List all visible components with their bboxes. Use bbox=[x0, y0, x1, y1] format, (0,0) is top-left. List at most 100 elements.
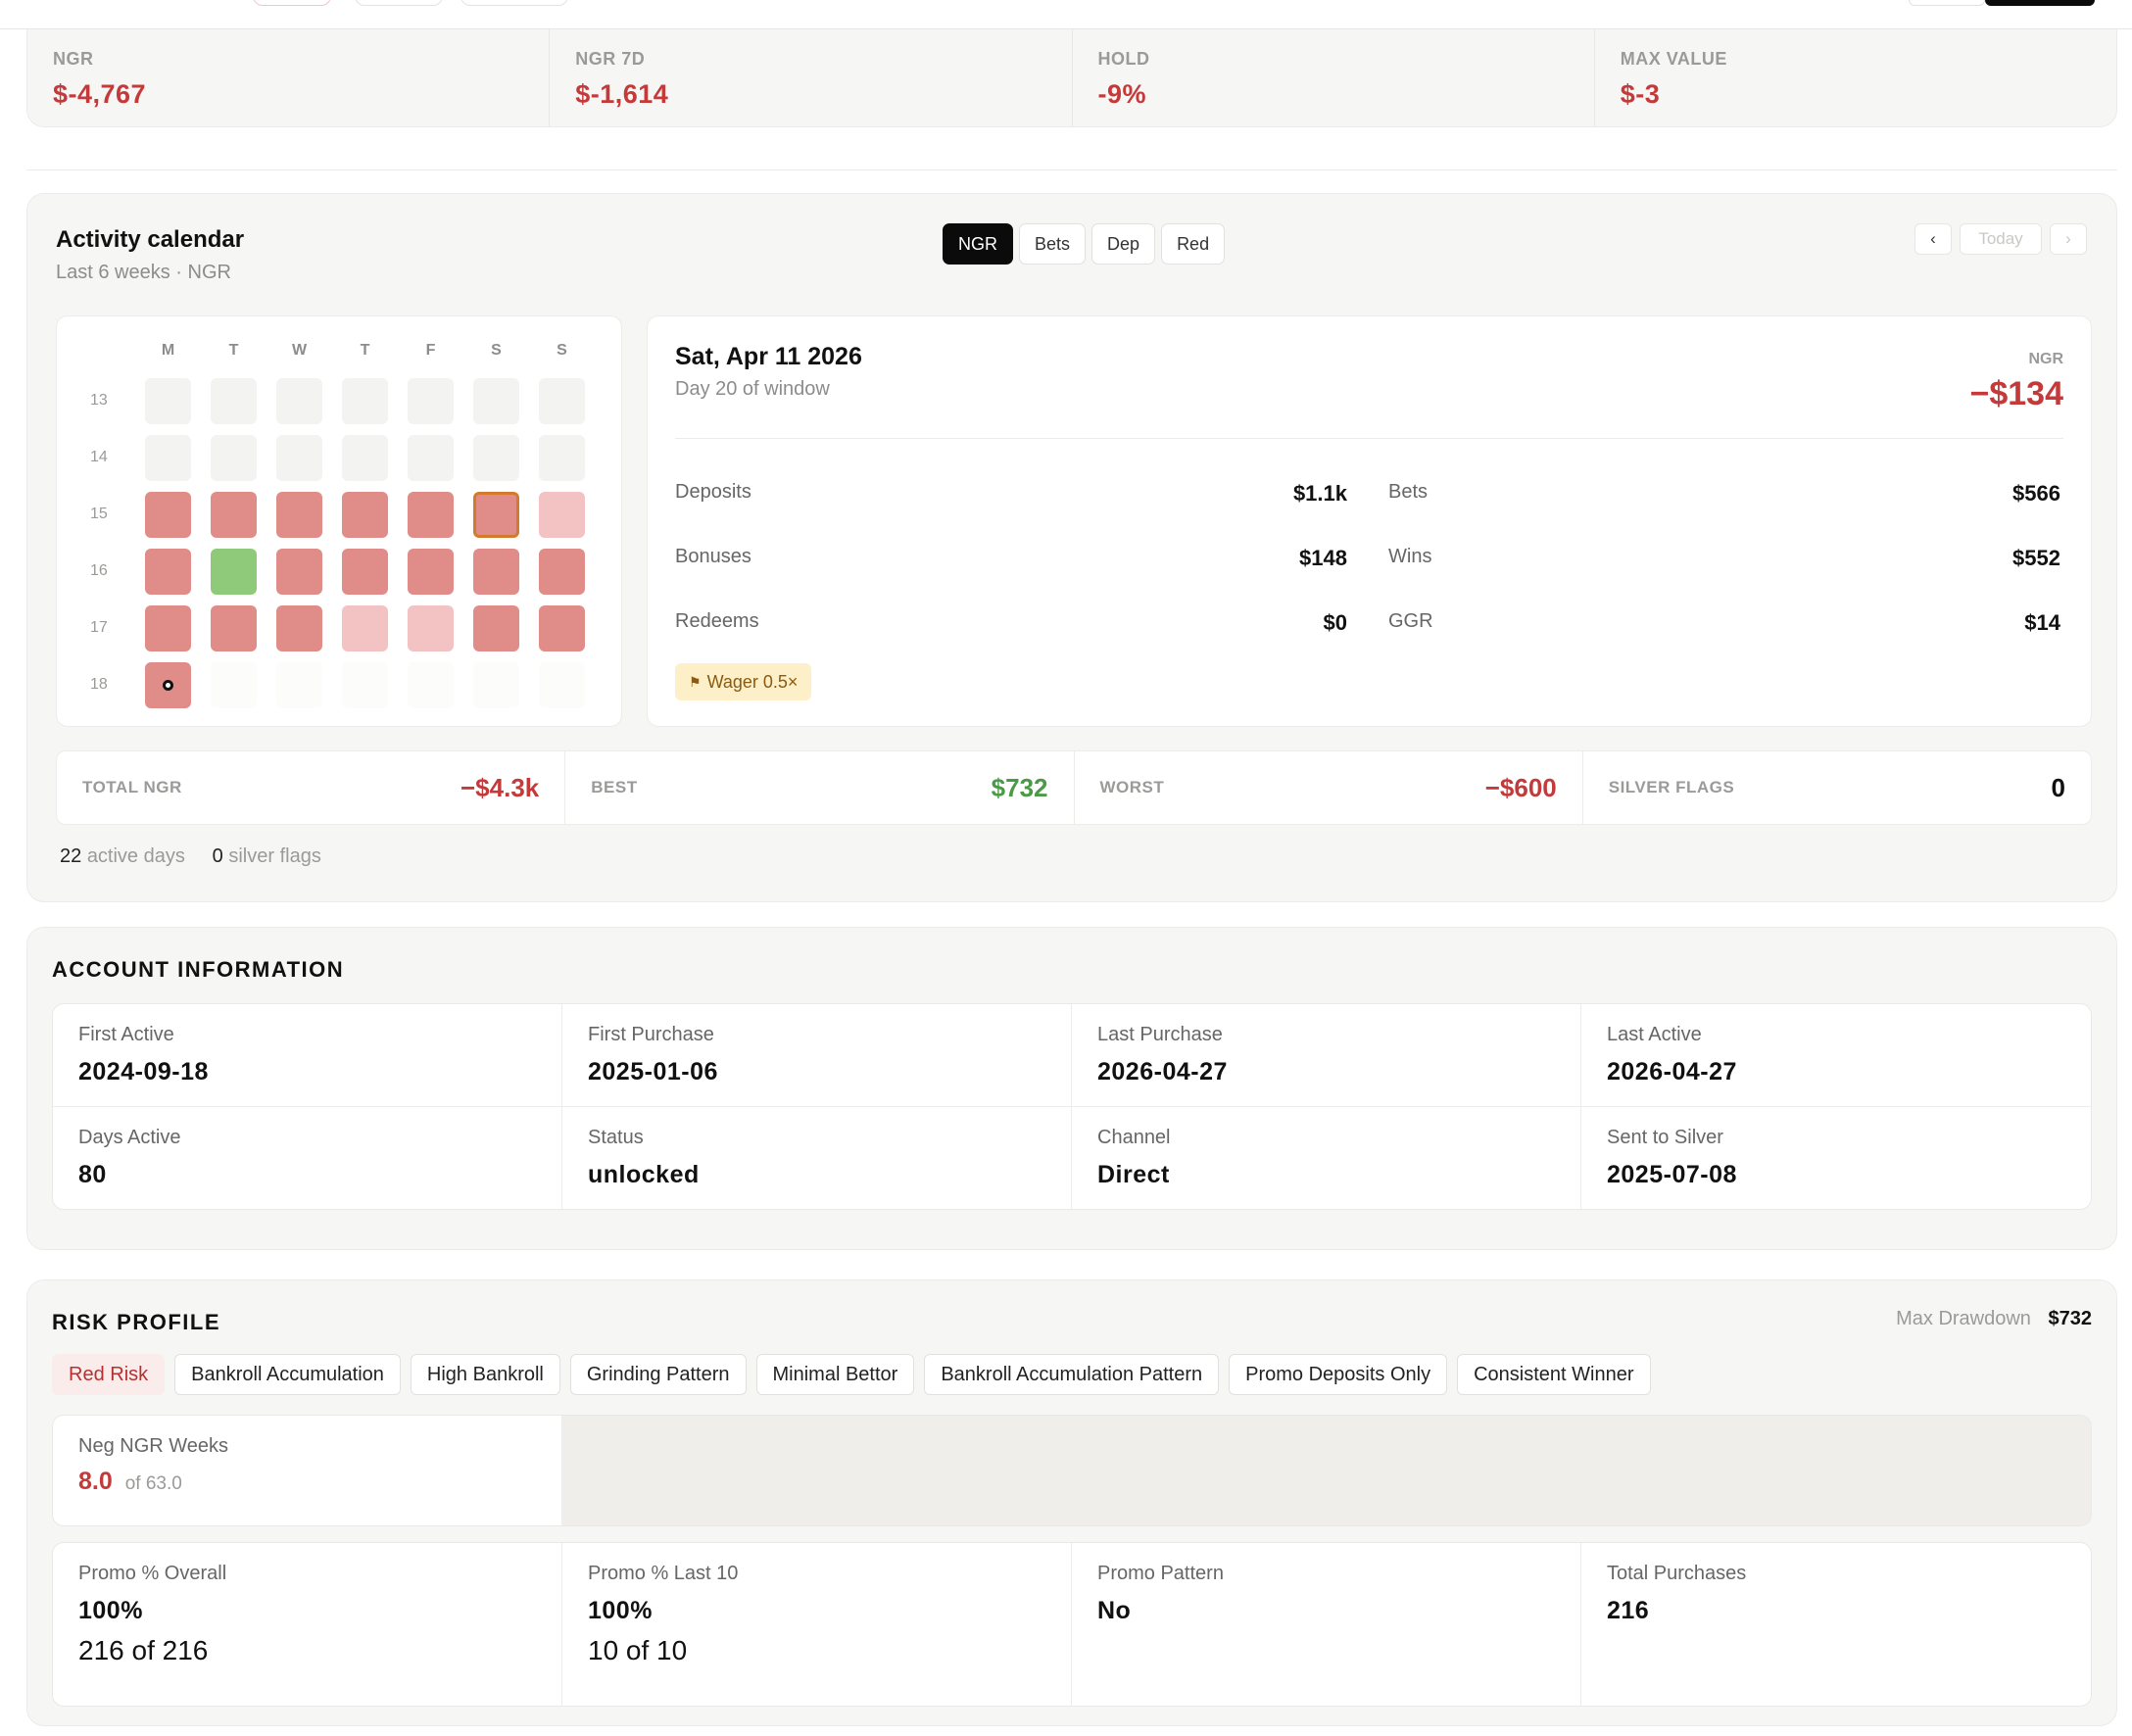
section-title: ACCOUNT INFORMATION bbox=[52, 957, 345, 982]
calendar-day[interactable] bbox=[276, 605, 322, 651]
segment-ngr[interactable]: NGR bbox=[943, 223, 1013, 265]
promo-value: No bbox=[1097, 1597, 1132, 1624]
metric-label: Bets bbox=[1388, 481, 1429, 503]
info-days-active: Days Active 80 bbox=[53, 1106, 562, 1209]
calendar-day[interactable] bbox=[211, 435, 257, 481]
calendar-day[interactable] bbox=[211, 492, 257, 538]
week-number: 17 bbox=[90, 619, 108, 636]
calendar-day[interactable] bbox=[276, 549, 322, 595]
section-divider bbox=[26, 169, 2117, 170]
calendar-day[interactable] bbox=[473, 435, 519, 481]
week-number: 18 bbox=[90, 676, 108, 693]
week-number: 16 bbox=[90, 562, 108, 579]
info-value: unlocked bbox=[588, 1161, 700, 1188]
filter-pill-active[interactable] bbox=[253, 0, 331, 6]
segment-dep[interactable]: Dep bbox=[1091, 223, 1156, 265]
calendar-day[interactable] bbox=[145, 662, 191, 708]
summary-label: TOTAL NGR bbox=[82, 778, 182, 796]
kpi-value: $-3 bbox=[1620, 79, 1661, 109]
promo-grid: Promo % Overall 100% 216 of 216 Promo % … bbox=[52, 1542, 2092, 1707]
kpi-hold: HOLD -9% bbox=[1073, 29, 1595, 126]
risk-chip[interactable]: Promo Deposits Only bbox=[1229, 1354, 1448, 1395]
risk-chip[interactable]: Bankroll Accumulation bbox=[174, 1354, 401, 1395]
kpi-strip: NGR $-4,767 NGR 7D $-1,614 HOLD -9% MAX … bbox=[26, 29, 2117, 127]
calendar-day[interactable] bbox=[211, 605, 257, 651]
top-toolbar bbox=[0, 0, 2132, 29]
today-button[interactable]: Today bbox=[1960, 223, 2042, 255]
calendar-day[interactable] bbox=[342, 492, 388, 538]
filter-pill[interactable] bbox=[355, 0, 443, 6]
info-label: First Active bbox=[78, 1024, 174, 1045]
promo-pattern: Promo Pattern No bbox=[1072, 1543, 1581, 1706]
calendar-day[interactable] bbox=[539, 435, 585, 481]
calendar-day[interactable] bbox=[145, 492, 191, 538]
calendar-day[interactable] bbox=[211, 378, 257, 424]
weekday-label: W bbox=[291, 342, 308, 359]
info-label: Channel bbox=[1097, 1127, 1171, 1148]
calendar-day[interactable] bbox=[473, 492, 519, 538]
calendar-day[interactable] bbox=[276, 378, 322, 424]
calendar-day[interactable] bbox=[539, 605, 585, 651]
calendar-day[interactable] bbox=[539, 492, 585, 538]
summary-value: −$600 bbox=[1484, 772, 1557, 802]
calendar-day[interactable] bbox=[473, 605, 519, 651]
summary-value: $732 bbox=[991, 772, 1048, 802]
calendar-day[interactable] bbox=[145, 378, 191, 424]
metric-value: $552 bbox=[2012, 546, 2060, 570]
metric-segmented-control: NGR Bets Dep Red bbox=[943, 223, 1226, 265]
chevron-right-icon[interactable]: › bbox=[2050, 223, 2087, 255]
toolbar-primary-button[interactable] bbox=[1985, 0, 2095, 6]
toolbar-button[interactable] bbox=[1909, 0, 1985, 6]
risk-chip[interactable]: Minimal Bettor bbox=[755, 1354, 915, 1395]
calendar-day[interactable] bbox=[145, 549, 191, 595]
promo-value: 100% bbox=[588, 1597, 653, 1624]
promo-sub: 216 of 216 bbox=[78, 1635, 209, 1665]
chevron-left-icon[interactable]: ‹ bbox=[1914, 223, 1952, 255]
weekday-label: S bbox=[491, 342, 502, 359]
calendar-day[interactable] bbox=[473, 378, 519, 424]
max-drawdown-value: $732 bbox=[2048, 1308, 2093, 1329]
calendar-day[interactable] bbox=[408, 435, 454, 481]
calendar-day[interactable] bbox=[408, 605, 454, 651]
max-drawdown: Max Drawdown $732 bbox=[1896, 1308, 2092, 1330]
calendar-day[interactable] bbox=[211, 549, 257, 595]
segment-bets[interactable]: Bets bbox=[1019, 223, 1087, 265]
calendar-day[interactable] bbox=[342, 605, 388, 651]
metric-label: Deposits bbox=[675, 481, 751, 503]
calendar-day[interactable] bbox=[408, 549, 454, 595]
risk-chip[interactable]: High Bankroll bbox=[410, 1354, 560, 1395]
risk-chip[interactable]: Consistent Winner bbox=[1457, 1354, 1651, 1395]
neg-weeks-value-row: 8.0 of 63.0 bbox=[78, 1468, 536, 1496]
info-value: 2025-07-08 bbox=[1607, 1161, 1737, 1188]
calendar-day[interactable] bbox=[276, 435, 322, 481]
detail-date: Sat, Apr 11 2026 bbox=[675, 343, 862, 370]
risk-chip[interactable]: Grinding Pattern bbox=[569, 1354, 747, 1395]
info-label: Last Purchase bbox=[1097, 1024, 1223, 1045]
calendar-day[interactable] bbox=[408, 492, 454, 538]
metric-bets: Bets $566 bbox=[1388, 481, 2060, 506]
silver-flags-count: 0 bbox=[212, 845, 223, 867]
promo-label: Total Purchases bbox=[1607, 1563, 1747, 1584]
metric-value: $148 bbox=[1299, 546, 1347, 570]
calendar-day[interactable] bbox=[145, 435, 191, 481]
filter-pill[interactable] bbox=[460, 0, 568, 6]
detail-ngr-value: −$134 bbox=[1969, 375, 2064, 412]
calendar-day[interactable] bbox=[342, 378, 388, 424]
summary-best: BEST $732 bbox=[565, 751, 1075, 824]
calendar-day[interactable] bbox=[408, 378, 454, 424]
calendar-day[interactable] bbox=[539, 549, 585, 595]
wager-tag: ⚑ Wager 0.5× bbox=[675, 663, 812, 700]
calendar-day[interactable] bbox=[342, 435, 388, 481]
calendar-day[interactable] bbox=[342, 549, 388, 595]
calendar-day[interactable] bbox=[539, 378, 585, 424]
risk-chip-red-risk[interactable]: Red Risk bbox=[52, 1354, 166, 1395]
segment-red[interactable]: Red bbox=[1161, 223, 1226, 265]
calendar-day[interactable] bbox=[473, 549, 519, 595]
risk-chip[interactable]: Bankroll Accumulation Pattern bbox=[924, 1354, 1220, 1395]
week-number: 13 bbox=[90, 392, 108, 409]
active-days-count: 22 bbox=[60, 845, 82, 867]
metric-redeems: Redeems $0 bbox=[675, 610, 1347, 636]
calendar-day[interactable] bbox=[145, 605, 191, 651]
neg-weeks-value: 8.0 bbox=[78, 1468, 113, 1495]
calendar-day[interactable] bbox=[276, 492, 322, 538]
